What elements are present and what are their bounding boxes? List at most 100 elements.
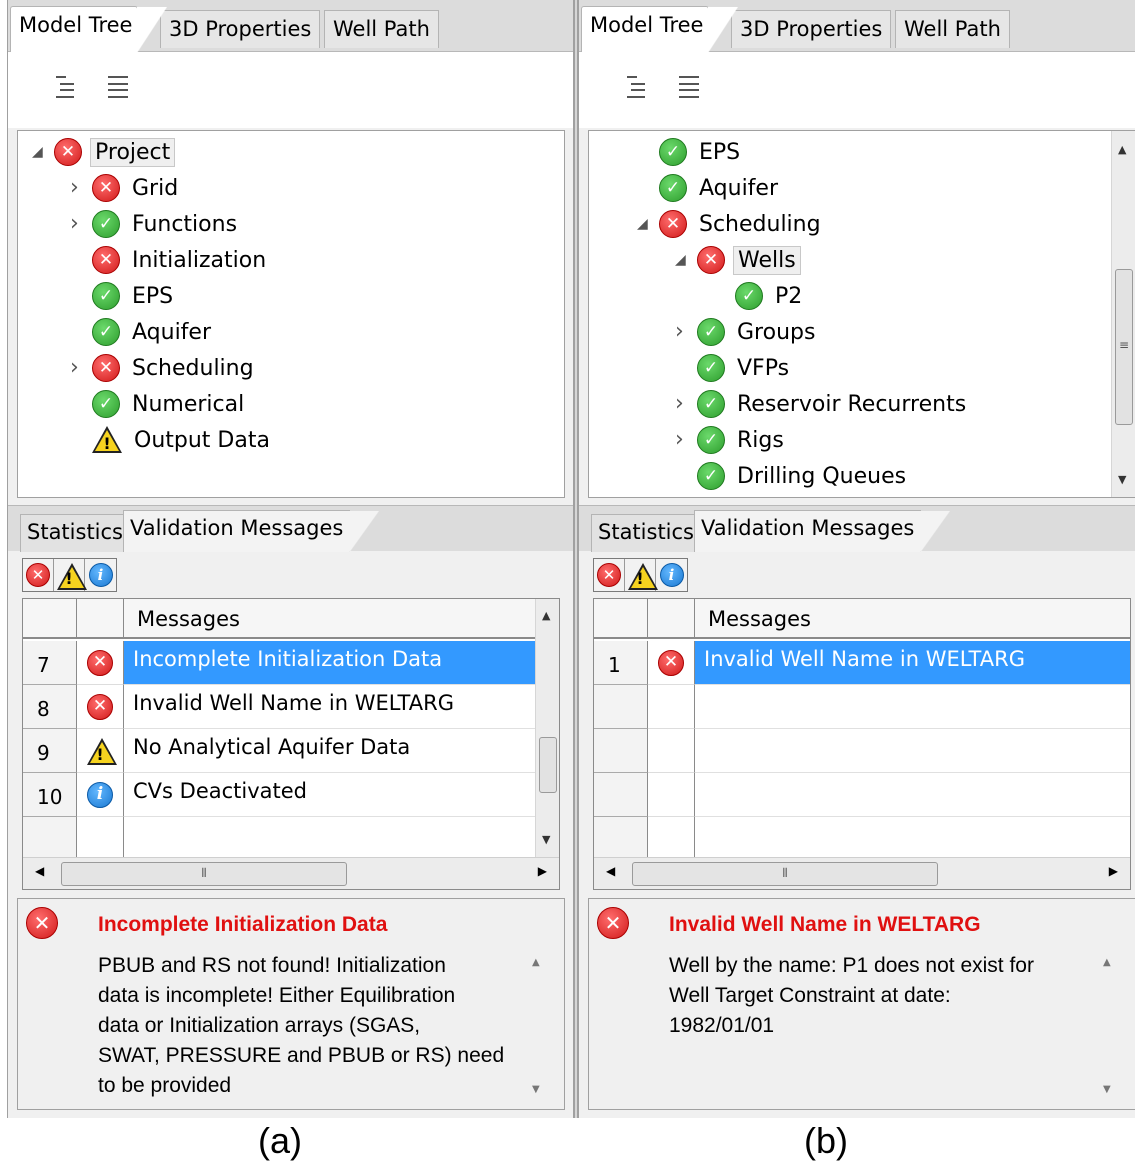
scroll-up-arrow[interactable]: ▲: [1103, 957, 1111, 968]
scroll-down-arrow[interactable]: ▼: [1103, 1084, 1111, 1095]
row-type-cell[interactable]: ✕: [77, 641, 124, 685]
grid-hscroll-thumb[interactable]: ⦀: [632, 862, 938, 886]
tree-node[interactable]: ✓ Aquifer: [92, 315, 215, 349]
tree-node[interactable]: ! Output Data: [92, 423, 274, 457]
tree-node[interactable]: › ✕ Scheduling: [70, 351, 258, 385]
message-cell[interactable]: [695, 773, 1130, 817]
filter-warnings-button[interactable]: !: [625, 559, 658, 591]
tab-validation-messages[interactable]: Validation Messages: [123, 510, 380, 553]
tree-node[interactable]: ✕ Initialization: [92, 243, 270, 277]
grid-horizontal-scrollbar[interactable]: ◀ ⦀ ▶: [23, 857, 559, 889]
tab-well-path[interactable]: Well Path: [895, 10, 1010, 48]
tree-node[interactable]: › ✓ Functions: [70, 207, 241, 241]
messages-column-header[interactable]: Messages: [695, 599, 1130, 639]
message-cell[interactable]: [695, 685, 1130, 729]
tree-node[interactable]: ✓ Drilling Queues: [697, 459, 910, 493]
message-cell[interactable]: [695, 729, 1130, 773]
scroll-up-arrow[interactable]: ▲: [542, 609, 550, 622]
scroll-down-arrow[interactable]: ▼: [532, 1084, 540, 1095]
row-type-cell[interactable]: [648, 729, 695, 773]
scroll-down-arrow[interactable]: ▼: [1118, 473, 1126, 486]
row-header[interactable]: [594, 729, 648, 773]
collapsed-twisty-icon[interactable]: ›: [675, 427, 684, 452]
tab-statistics[interactable]: Statistics: [591, 514, 701, 552]
tab-3d-properties[interactable]: 3D Properties: [160, 10, 321, 48]
message-cell[interactable]: No Analytical Aquifer Data: [124, 729, 537, 773]
tree-node[interactable]: ✓ EPS: [92, 279, 177, 313]
row-header[interactable]: [23, 817, 77, 861]
filter-info-button[interactable]: i: [85, 559, 116, 591]
row-type-cell[interactable]: ✕: [77, 685, 124, 729]
collapse-all-icon[interactable]: [627, 76, 647, 98]
row-header[interactable]: [594, 685, 648, 729]
detail-scrollbar[interactable]: ▲ ▼: [532, 951, 550, 1101]
scroll-left-arrow[interactable]: ◀: [606, 864, 615, 878]
row-header[interactable]: 1: [594, 641, 648, 685]
row-type-cell[interactable]: !: [77, 729, 124, 773]
tree-node[interactable]: › ✓ Groups: [675, 315, 819, 349]
message-cell[interactable]: [124, 817, 537, 861]
tree-node[interactable]: ◢ ✕ Scheduling: [637, 207, 825, 241]
message-cell[interactable]: [695, 817, 1130, 861]
row-type-cell[interactable]: ✕: [648, 641, 695, 685]
expand-all-icon[interactable]: [679, 76, 699, 98]
messages-column-header[interactable]: Messages: [124, 599, 537, 639]
collapsed-twisty-icon[interactable]: ›: [70, 355, 79, 380]
detail-scrollbar[interactable]: ▲ ▼: [1103, 951, 1121, 1101]
row-header[interactable]: [594, 817, 648, 861]
row-type-cell[interactable]: [648, 685, 695, 729]
expanded-twisty-icon[interactable]: ◢: [637, 216, 648, 232]
tree-node[interactable]: › ✓ Reservoir Recurrents: [675, 387, 970, 421]
row-type-cell[interactable]: [77, 817, 124, 861]
tree-vertical-scrollbar[interactable]: ▲ ≡ ▼: [1111, 131, 1135, 497]
row-header[interactable]: 10: [23, 773, 77, 817]
tree-node[interactable]: ✓ P2: [735, 279, 806, 313]
expand-all-icon[interactable]: [108, 76, 128, 98]
message-cell[interactable]: CVs Deactivated: [124, 773, 537, 817]
grid-hscroll-thumb[interactable]: ⦀: [61, 862, 347, 886]
tree-node[interactable]: ✓ VFPs: [697, 351, 793, 385]
filter-warnings-button[interactable]: !: [54, 559, 87, 591]
tree-vscroll-thumb[interactable]: ≡: [1115, 269, 1133, 425]
tree-node[interactable]: › ✕ Grid: [70, 171, 182, 205]
tab-3d-properties[interactable]: 3D Properties: [731, 10, 892, 48]
scroll-right-arrow[interactable]: ▶: [1109, 864, 1118, 878]
filter-errors-button[interactable]: ✕: [23, 559, 54, 591]
filter-errors-button[interactable]: ✕: [594, 559, 625, 591]
row-type-cell[interactable]: [648, 773, 695, 817]
row-type-cell[interactable]: i: [77, 773, 124, 817]
scroll-right-arrow[interactable]: ▶: [538, 864, 547, 878]
message-cell[interactable]: Invalid Well Name in WELTARG: [695, 641, 1130, 685]
message-cell[interactable]: Incomplete Initialization Data: [124, 641, 537, 685]
tab-validation-messages[interactable]: Validation Messages: [694, 510, 951, 553]
tree-node[interactable]: ◢ ✕ Project: [32, 135, 176, 169]
tab-statistics[interactable]: Statistics: [20, 514, 130, 552]
tree-node[interactable]: ◢ ✕ Wells: [675, 243, 801, 277]
collapsed-twisty-icon[interactable]: ›: [70, 211, 79, 236]
collapsed-twisty-icon[interactable]: ›: [675, 391, 684, 416]
tree-node[interactable]: ✓ Aquifer: [659, 171, 782, 205]
tree-node[interactable]: › ✓ Rigs: [675, 423, 788, 457]
row-header[interactable]: 9: [23, 729, 77, 773]
tab-model-tree[interactable]: Model Tree: [10, 6, 167, 53]
tab-model-tree[interactable]: Model Tree: [581, 6, 738, 53]
tab-well-path[interactable]: Well Path: [324, 10, 439, 48]
grid-horizontal-scrollbar[interactable]: ◀ ⦀ ▶: [594, 857, 1130, 889]
message-cell[interactable]: Invalid Well Name in WELTARG: [124, 685, 537, 729]
collapse-all-icon[interactable]: [56, 76, 76, 98]
collapsed-twisty-icon[interactable]: ›: [675, 319, 684, 344]
expanded-twisty-icon[interactable]: ◢: [675, 252, 686, 268]
row-header[interactable]: 7: [23, 641, 77, 685]
scroll-down-arrow[interactable]: ▼: [542, 833, 550, 846]
row-type-cell[interactable]: [648, 817, 695, 861]
expanded-twisty-icon[interactable]: ◢: [32, 144, 43, 160]
scroll-up-arrow[interactable]: ▲: [532, 957, 540, 968]
grid-vertical-scrollbar[interactable]: ▲ ▼: [535, 599, 559, 857]
grid-vscroll-thumb[interactable]: [539, 737, 557, 793]
row-header[interactable]: 8: [23, 685, 77, 729]
row-header[interactable]: [594, 773, 648, 817]
collapsed-twisty-icon[interactable]: ›: [70, 175, 79, 200]
scroll-up-arrow[interactable]: ▲: [1118, 143, 1126, 156]
scroll-left-arrow[interactable]: ◀: [35, 864, 44, 878]
tree-node[interactable]: ✓ Numerical: [92, 387, 248, 421]
